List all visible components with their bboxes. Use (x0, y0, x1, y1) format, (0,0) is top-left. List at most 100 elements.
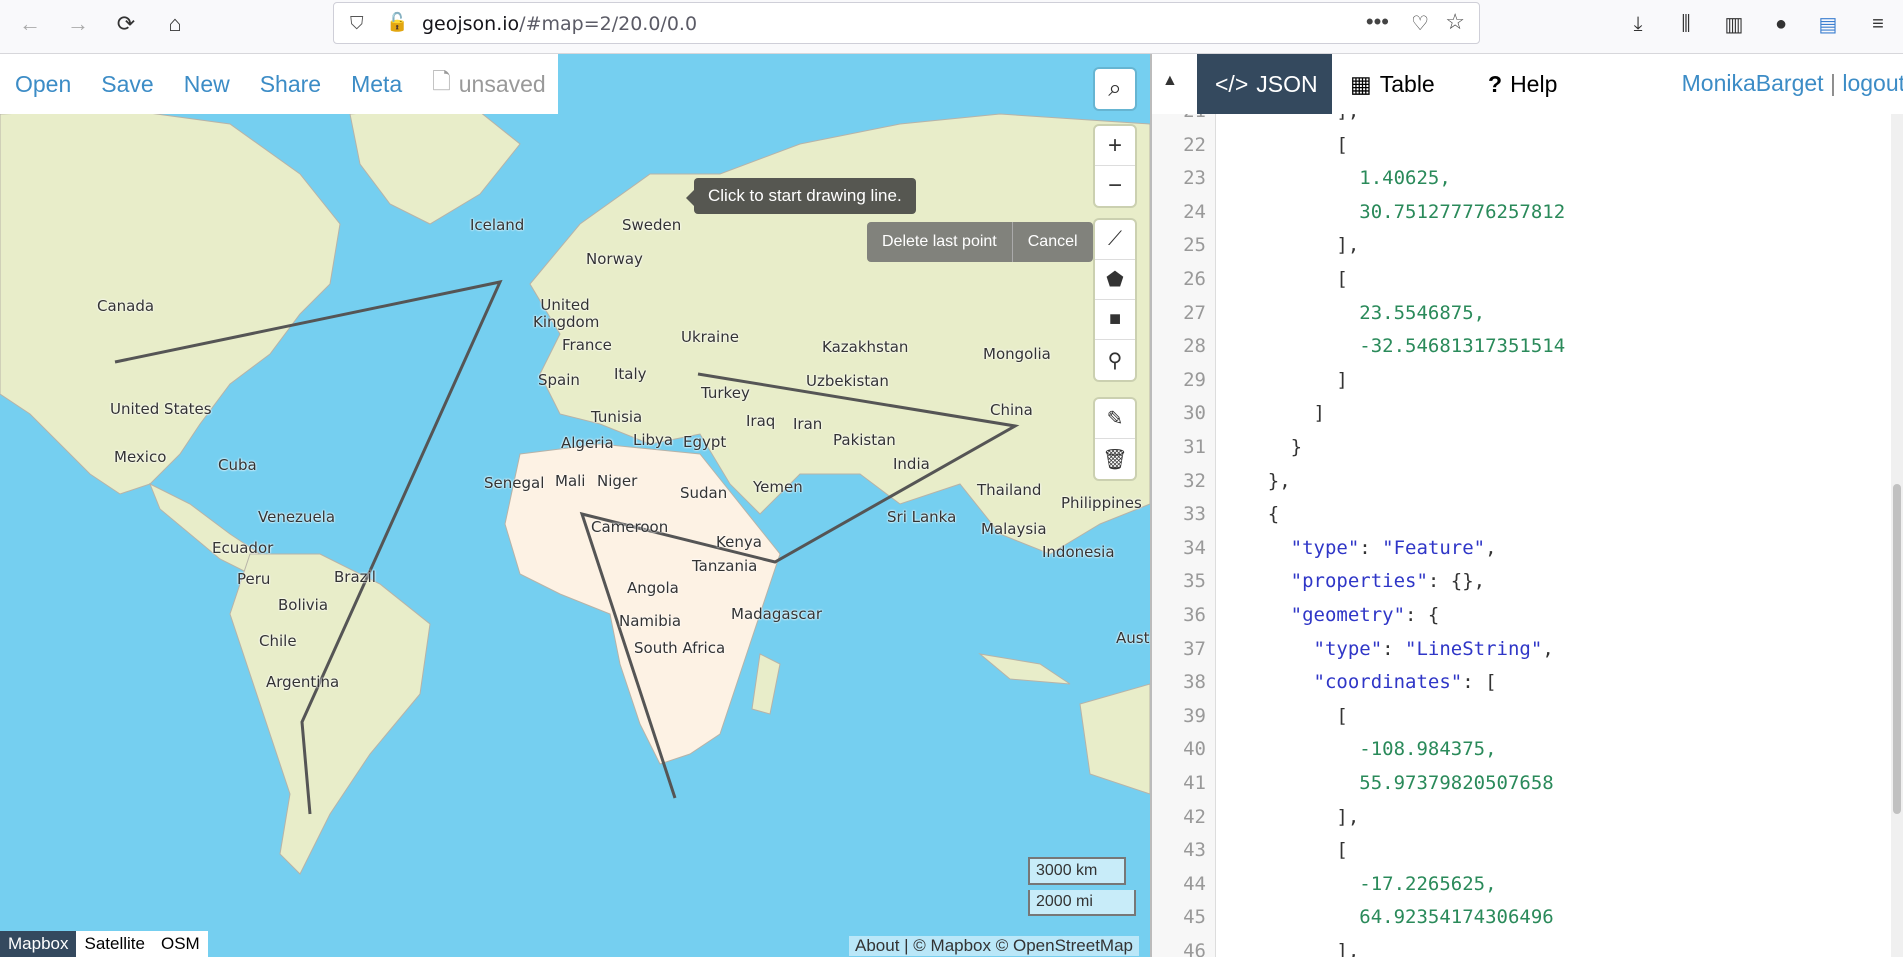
layer-mapbox[interactable]: Mapbox (0, 931, 77, 957)
code-line[interactable]: 29 ] (1152, 369, 1892, 403)
code-line[interactable]: 27 23.5546875, (1152, 302, 1892, 336)
tab-json[interactable]: </> JSON (1197, 54, 1332, 114)
insecure-lock-icon[interactable]: 🔓 (386, 12, 408, 33)
edit-icon[interactable]: ✎ (1095, 399, 1135, 439)
code-line[interactable]: 23 1.40625, (1152, 167, 1892, 201)
code-text: -32.54681317351514 (1222, 335, 1566, 358)
code-line[interactable]: 33 { (1152, 503, 1892, 537)
code-line[interactable]: 22 [ (1152, 134, 1892, 168)
zoom-in-icon[interactable]: + (1095, 126, 1135, 166)
map-label-country: India (893, 455, 930, 473)
panel-header: ▲ </> JSON ▦ Table ? Help MonikaBarget | lo… (1152, 54, 1903, 114)
code-line[interactable]: 39 [ (1152, 705, 1892, 739)
pocket-icon[interactable]: ♡ (1411, 11, 1429, 36)
layer-switcher: Mapbox Satellite OSM (0, 931, 208, 957)
sidebar-icon[interactable]: ▥ (1718, 8, 1750, 40)
json-editor[interactable]: 21 ],22 [23 1.40625,24 30.75127777625781… (1152, 114, 1892, 957)
map-label-country: Norway (586, 250, 643, 268)
code-line[interactable]: 41 55.97379820507658 (1152, 772, 1892, 806)
menu-save[interactable]: Save (101, 71, 153, 98)
code-line[interactable]: 26 [ (1152, 268, 1892, 302)
line-number: 24 (1183, 200, 1206, 223)
shield-icon[interactable]: ⛉ (350, 13, 364, 34)
tab-json-label: JSON (1256, 70, 1318, 97)
map-label-country: Yemen (753, 478, 803, 496)
file-status: 🗋 unsaved (432, 65, 545, 104)
map-label-country: Argentina (266, 673, 340, 691)
map-label-country: Libya (633, 431, 674, 449)
menu-meta[interactable]: Meta (351, 71, 402, 98)
draw-rectangle-icon[interactable]: ■ (1095, 300, 1135, 340)
code-line[interactable]: 37 "type": "LineString", (1152, 638, 1892, 672)
code-line[interactable]: 42 ], (1152, 806, 1892, 840)
menu-share[interactable]: Share (260, 71, 321, 98)
line-number: 32 (1183, 469, 1206, 492)
url-bar[interactable]: ⛉ 🔓 geojson.io/#map=2/20.0/0.0 ••• ♡ ☆ (333, 2, 1480, 44)
reload-icon[interactable]: ⟳ (108, 6, 144, 42)
line-number: 38 (1183, 671, 1206, 694)
username-link[interactable]: MonikaBarget (1682, 70, 1824, 96)
library-icon[interactable]: ⫼ (1670, 8, 1702, 40)
code-line[interactable]: 32 }, (1152, 470, 1892, 504)
code-line[interactable]: 35 "properties": {}, (1152, 570, 1892, 604)
draw-marker-icon[interactable]: ⚲ (1095, 340, 1135, 380)
forward-icon[interactable]: → (60, 6, 96, 42)
code-text: }, (1222, 469, 1291, 492)
code-text: ], (1222, 940, 1360, 957)
code-line[interactable]: 28 -32.54681317351514 (1152, 335, 1892, 369)
draw-line-icon[interactable]: ⟋ (1095, 220, 1135, 260)
draw-polygon-icon[interactable]: ⬟ (1095, 260, 1135, 300)
url-text[interactable]: geojson.io/#map=2/20.0/0.0 (422, 13, 697, 35)
code-line[interactable]: 43 [ (1152, 839, 1892, 873)
layer-satellite[interactable]: Satellite (76, 931, 153, 957)
map-label-country: Canada (97, 297, 155, 315)
map-label-country: Mexico (114, 448, 167, 466)
file-status-label: unsaved (458, 70, 546, 97)
extension-icon[interactable]: ▤ (1812, 8, 1844, 40)
map-attribution[interactable]: About | © Mapbox © OpenStreetMap (849, 936, 1140, 956)
page-actions-icon[interactable]: ••• (1366, 9, 1389, 35)
code-line[interactable]: 24 30.751277776257812 (1152, 201, 1892, 235)
code-line[interactable]: 44 -17.2265625, (1152, 873, 1892, 907)
code-line[interactable]: 36 "geometry": { (1152, 604, 1892, 638)
line-number: 29 (1183, 368, 1206, 391)
account-icon[interactable]: ● (1765, 8, 1797, 40)
code-line[interactable]: 40 -108.984375, (1152, 738, 1892, 772)
code-line[interactable]: 38 "coordinates": [ (1152, 671, 1892, 705)
line-number: 33 (1183, 503, 1206, 526)
map-label-country: Venezuela (258, 508, 336, 526)
scrollbar-thumb[interactable] (1893, 484, 1901, 814)
code-line[interactable]: 45 64.92354174306496 (1152, 906, 1892, 940)
logout-link[interactable]: logout (1842, 70, 1903, 96)
back-icon[interactable]: ← (12, 6, 48, 42)
menu-icon[interactable]: ≡ (1862, 8, 1894, 40)
code-line[interactable]: 31 } (1152, 436, 1892, 470)
tab-table[interactable]: ▦ Table (1332, 54, 1453, 114)
code-text: -17.2265625, (1222, 872, 1497, 895)
map-label-country: Indonesia (1042, 543, 1115, 561)
menu-new[interactable]: New (184, 71, 230, 98)
bookmark-star-icon[interactable]: ☆ (1445, 9, 1465, 35)
code-text: "type": "Feature", (1290, 536, 1497, 559)
downloads-icon[interactable]: ⤓ (1622, 8, 1654, 40)
menu-open[interactable]: Open (15, 71, 71, 98)
tab-help-label: Help (1510, 70, 1558, 97)
trash-icon[interactable]: 🗑 (1095, 439, 1135, 479)
search-icon[interactable]: ⌕ (1095, 69, 1135, 109)
delete-last-point-button[interactable]: Delete last point (867, 222, 1012, 262)
code-line[interactable]: 21 ], (1152, 114, 1892, 134)
collapse-panel-icon[interactable]: ▲ (1162, 72, 1178, 90)
cancel-button[interactable]: Cancel (1011, 222, 1093, 262)
line-number: 36 (1183, 604, 1206, 626)
home-icon[interactable]: ⌂ (157, 6, 193, 42)
zoom-out-icon[interactable]: − (1095, 166, 1135, 206)
layer-osm[interactable]: OSM (152, 931, 208, 957)
tab-help[interactable]: ? Help (1470, 54, 1575, 114)
code-line[interactable]: 34 "type": "Feature", (1152, 537, 1892, 571)
code-line[interactable]: 46 ], (1152, 940, 1892, 957)
editor-scrollbar[interactable] (1891, 114, 1903, 957)
help-icon: ? (1488, 70, 1503, 97)
code-line[interactable]: 30 ] (1152, 402, 1892, 436)
map-canvas[interactable]: Iceland Sweden Norway United Kingdom Can… (0, 54, 1150, 957)
code-line[interactable]: 25 ], (1152, 234, 1892, 268)
